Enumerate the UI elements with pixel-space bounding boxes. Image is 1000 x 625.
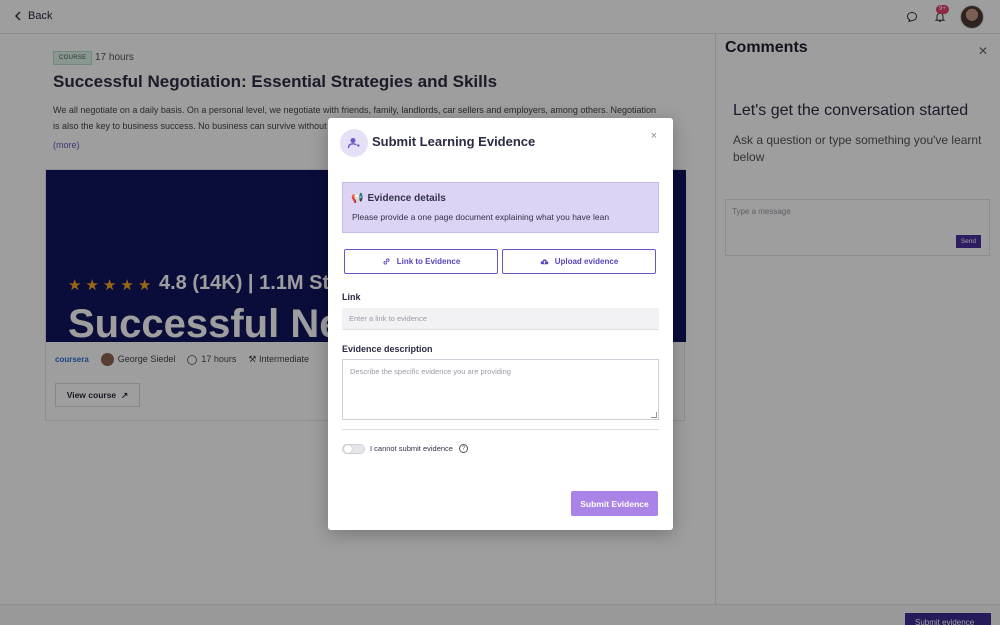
divider	[342, 429, 659, 430]
upload-evidence-label: Upload evidence	[554, 257, 619, 266]
evidence-details-box: 📢 Evidence details Please provide a one …	[342, 182, 659, 233]
link-to-evidence-label: Link to Evidence	[396, 257, 461, 266]
user-icon	[340, 129, 368, 157]
modal-title: Submit Learning Evidence	[372, 134, 536, 149]
cannot-submit-toggle[interactable]	[342, 444, 365, 454]
cloud-upload-icon	[540, 259, 549, 265]
megaphone-icon: 📢	[351, 193, 364, 204]
evidence-details-heading-row: 📢 Evidence details	[351, 193, 446, 204]
evidence-details-text: Please provide a one page document expla…	[352, 212, 610, 222]
link-icon	[383, 258, 390, 265]
evidence-description-input[interactable]	[342, 359, 659, 420]
link-label: Link	[342, 292, 361, 302]
link-input[interactable]	[342, 308, 659, 330]
submit-evidence-modal: Submit Learning Evidence × 📢 Evidence de…	[328, 118, 673, 530]
link-to-evidence-button[interactable]: Link to Evidence	[344, 249, 498, 274]
upload-evidence-button[interactable]: Upload evidence	[502, 249, 656, 274]
evidence-description-label: Evidence description	[342, 344, 433, 354]
cannot-submit-label: I cannot submit evidence	[370, 444, 453, 453]
help-icon[interactable]: ?	[459, 444, 468, 453]
modal-close-icon[interactable]: ×	[651, 130, 657, 142]
evidence-details-heading: Evidence details	[367, 193, 446, 204]
resize-handle-icon[interactable]	[651, 412, 657, 418]
submit-evidence-button[interactable]: Submit Evidence	[571, 491, 658, 516]
